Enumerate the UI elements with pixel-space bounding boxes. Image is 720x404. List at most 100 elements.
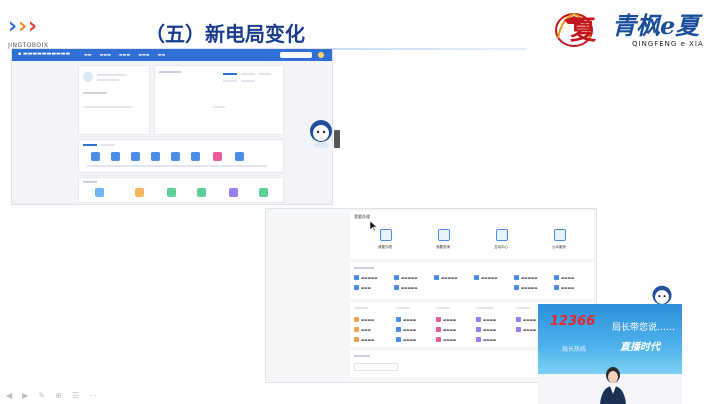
- common-services-card: ▬▬▬▬▬ ▬▬▬▬▬ ▬▬▬▬▬ ▬▬▬▬▬ ▬▬▬▬▬ ▬▬▬▬ ▬▬▬ ▬…: [350, 263, 594, 299]
- chevron-logo-icon: ›: [8, 14, 18, 39]
- text-placeholder: [83, 144, 97, 146]
- service-link[interactable]: ▬▬▬▬▬: [434, 275, 458, 280]
- recent-item[interactable]: [354, 363, 398, 371]
- video-backdrop: 12366 局长带您说…… 局长热线 直播时代: [538, 304, 682, 374]
- service-link[interactable]: ▬▬▬▬▬: [514, 285, 538, 290]
- function-icon[interactable]: [91, 152, 100, 161]
- service-link[interactable]: ▬▬▬▬▬: [394, 275, 418, 280]
- service-link[interactable]: ▬▬▬▬: [436, 327, 456, 332]
- more-icon[interactable]: ⋯: [89, 392, 97, 400]
- service-link[interactable]: ▬▬▬▬▬: [474, 275, 498, 280]
- service-link[interactable]: ▬▬▬▬: [396, 317, 416, 322]
- service-link[interactable]: ▬▬▬▬: [476, 327, 496, 332]
- text-placeholder: [83, 181, 97, 183]
- service-link[interactable]: ▬▬▬▬▬: [354, 275, 378, 280]
- service-link[interactable]: ▬▬▬▬: [436, 317, 456, 322]
- service-link[interactable]: ▬▬▬▬: [354, 317, 374, 322]
- mascot-icon[interactable]: [308, 118, 334, 148]
- function-icon[interactable]: [111, 152, 120, 161]
- chevron-logo-icon: ›: [18, 14, 28, 39]
- service-icon[interactable]: [229, 188, 238, 197]
- text-placeholder: [223, 80, 237, 82]
- function-icon[interactable]: [131, 152, 140, 161]
- nav-item[interactable]: ▬▬▬: [119, 52, 130, 57]
- service-link[interactable]: ▬▬▬▬▬: [394, 285, 418, 290]
- service-icon[interactable]: [135, 188, 144, 197]
- public-entry-icon[interactable]: [554, 229, 566, 241]
- next-icon[interactable]: ▶: [22, 392, 28, 400]
- service-link[interactable]: ▬▬▬▬: [516, 317, 536, 322]
- hotline-logo: 12366: [550, 314, 596, 329]
- service-link[interactable]: ▬▬▬▬: [476, 317, 496, 322]
- service-icon[interactable]: [95, 188, 104, 197]
- service-icon[interactable]: [197, 188, 206, 197]
- nav-item[interactable]: ▬▬▬: [100, 52, 111, 57]
- text-placeholder: [97, 74, 127, 76]
- function-icon[interactable]: [213, 152, 222, 161]
- portal-brand: ▪ ▬▬▬▬▬▬▬▬▬▬: [18, 51, 71, 57]
- left-logo: › › › JINGTOBOIX: [8, 14, 68, 50]
- video-slogan-left: 局长热线: [562, 346, 587, 353]
- todo-panel: [154, 65, 284, 135]
- prev-icon[interactable]: ◀: [6, 392, 12, 400]
- menu-icon[interactable]: ☰: [72, 392, 79, 400]
- service-link[interactable]: ▬▬▬▬▬: [514, 275, 538, 280]
- tab[interactable]: [241, 73, 255, 75]
- mouse-cursor-icon: [370, 221, 378, 231]
- quick-entry-label[interactable]: 我要查询: [436, 245, 450, 250]
- text-placeholder: [159, 71, 181, 73]
- common-functions-card: [78, 139, 284, 173]
- text-placeholder: [354, 267, 374, 269]
- service-link[interactable]: ▬▬▬▬: [476, 337, 496, 342]
- quick-entry-label[interactable]: 互动中心: [494, 245, 508, 250]
- portal-search-input[interactable]: [280, 52, 312, 58]
- slide-title: （五）新电局变化: [145, 22, 305, 46]
- tab[interactable]: [259, 73, 271, 75]
- service-link[interactable]: ▬▬▬▬: [396, 337, 416, 342]
- text-placeholder: [241, 80, 255, 82]
- text-placeholder: [396, 307, 410, 309]
- portal-topbar: ▪ ▬▬▬▬▬▬▬▬▬▬ ▬▬ ▬▬▬ ▬▬▬ ▬▬▬ ▬▬: [12, 49, 332, 61]
- portal-nav: ▬▬ ▬▬▬ ▬▬▬ ▬▬▬ ▬▬: [84, 52, 165, 57]
- quick-entry-label[interactable]: 公众服务: [552, 245, 566, 250]
- function-icon[interactable]: [171, 152, 180, 161]
- text-placeholder: [97, 79, 119, 81]
- service-link[interactable]: ▬▬▬: [354, 327, 371, 332]
- zoom-icon[interactable]: ⊕: [55, 392, 62, 400]
- function-icon[interactable]: [191, 152, 200, 161]
- nav-item[interactable]: ▬▬: [158, 52, 166, 57]
- service-icon[interactable]: [259, 188, 268, 197]
- tab-active[interactable]: [223, 73, 237, 75]
- function-icon[interactable]: [151, 152, 160, 161]
- service-icon[interactable]: [167, 188, 176, 197]
- quick-entry-card: 我要办理 我要办税 我要查询 互动中心 公众服务: [350, 211, 594, 259]
- text-placeholder: [436, 307, 450, 309]
- nav-item[interactable]: ▬▬▬: [138, 52, 149, 57]
- profile-card: [78, 65, 150, 135]
- service-link[interactable]: ▬▬▬▬: [554, 275, 574, 280]
- quick-entry-label[interactable]: 我要办税: [378, 245, 392, 250]
- text-placeholder: [101, 144, 115, 146]
- video-slogan: 局长带您说……: [612, 323, 676, 333]
- service-link[interactable]: ▬▬▬▬: [354, 337, 374, 342]
- empty-state-text: [213, 106, 225, 108]
- pen-icon[interactable]: ✎: [38, 392, 45, 400]
- presenter-person-icon: [600, 367, 626, 404]
- scroll-handle[interactable]: [334, 130, 340, 148]
- service-link[interactable]: ▬▬▬▬: [436, 337, 456, 342]
- avatar[interactable]: [318, 52, 324, 58]
- service-link[interactable]: ▬▬▬▬: [396, 327, 416, 332]
- service-link[interactable]: ▬▬▬▬: [516, 327, 536, 332]
- nav-item[interactable]: ▬▬: [84, 52, 92, 57]
- tax-entry-icon[interactable]: [380, 229, 392, 241]
- interact-entry-icon[interactable]: [496, 229, 508, 241]
- brand-logo: 夏 青枫e夏 QINGFENG e XIA: [548, 4, 714, 48]
- function-icon[interactable]: [235, 152, 244, 161]
- service-link[interactable]: ▬▬▬: [354, 285, 371, 290]
- user-icon: [83, 72, 93, 82]
- text-placeholder: [476, 307, 494, 309]
- query-entry-icon[interactable]: [438, 229, 450, 241]
- section-title: 我要办理: [354, 214, 370, 219]
- text-placeholder: [354, 355, 370, 357]
- service-link[interactable]: ▬▬▬▬: [554, 285, 574, 290]
